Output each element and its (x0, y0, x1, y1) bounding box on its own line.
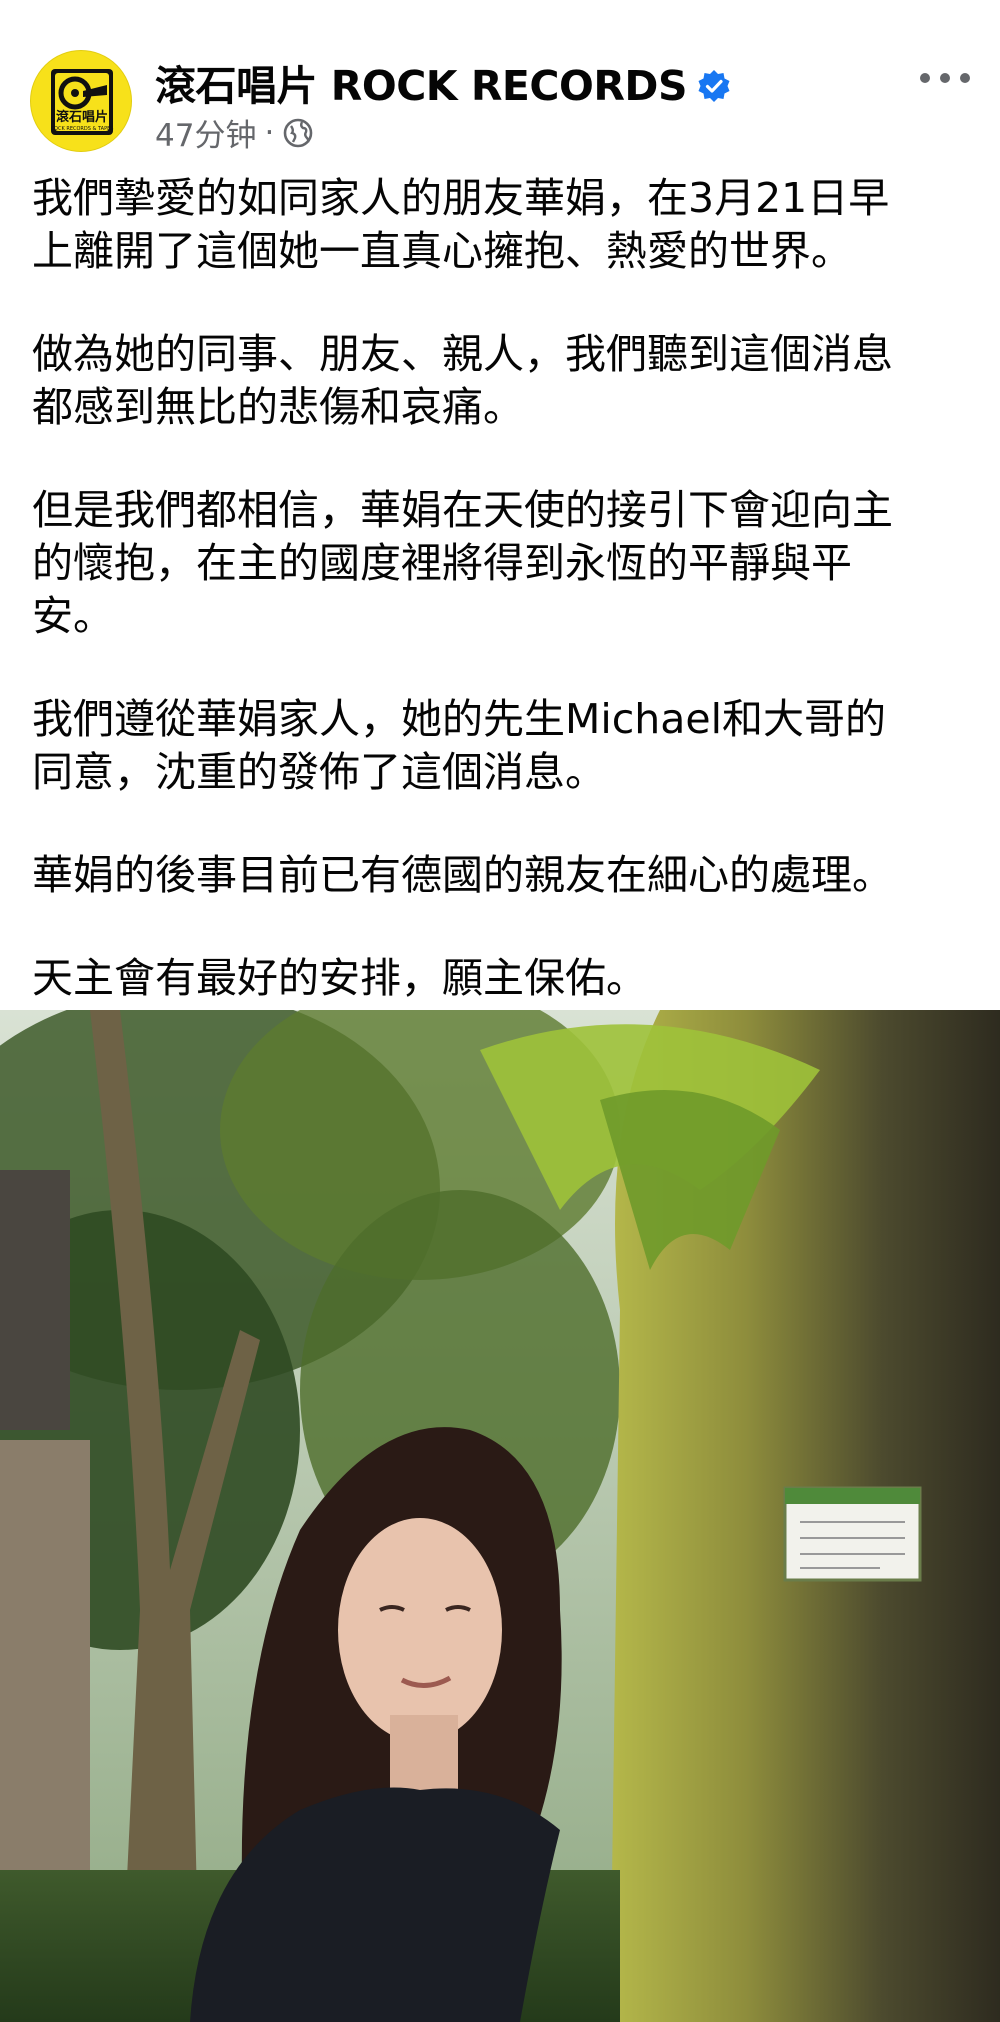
page-name-text[interactable]: 滾石唱片 ROCK RECORDS (155, 52, 688, 112)
globe-icon (282, 117, 314, 149)
post-paragraph: 我們摯愛的如同家人的朋友華娟，在3月21日早 上離開了這個她一直真心擁抱、熱愛的… (32, 174, 890, 275)
post-paragraph: 華娟的後事目前已有德國的親友在細心的處理。 (32, 851, 893, 899)
page-name[interactable]: 滾石唱片 ROCK RECORDS (155, 52, 731, 112)
post-photo[interactable] (0, 1010, 1000, 2022)
post-paragraph: 天主會有最好的安排，願主保佑。 (32, 954, 647, 1002)
avatar-logo-text: 滾石唱片 (55, 110, 108, 125)
avatar-logo-subtext: ROCK RECORDS & TAPES (50, 126, 114, 132)
post-header: 滾石唱片 ROCK RECORDS & TAPES 滾石唱片 ROCK RECO… (0, 0, 1000, 154)
post-text: 我們摯愛的如同家人的朋友華娟，在3月21日早 上離開了這個她一直真心擁抱、熱愛的… (0, 150, 1000, 1005)
post-paragraph: 但是我們都相信，華娟在天使的接引下會迎向主 的懷抱，在主的國度裡將得到永恆的平靜… (32, 486, 893, 640)
more-options-icon[interactable] (920, 58, 970, 98)
post-paragraph: 做為她的同事、朋友、親人，我們聽到這個消息 都感到無比的悲傷和哀痛。 (32, 330, 893, 431)
post-paragraph: 我們遵從華娟家人，她的先生Michael和大哥的 同意，沈重的發佈了這個消息。 (32, 695, 887, 796)
post-meta: 47分钟 · (155, 110, 314, 155)
post-time[interactable]: 47分钟 (155, 110, 256, 155)
page-avatar[interactable]: 滾石唱片 ROCK RECORDS & TAPES (30, 50, 132, 152)
meta-separator: · (264, 114, 275, 151)
verified-badge-icon (697, 65, 731, 102)
